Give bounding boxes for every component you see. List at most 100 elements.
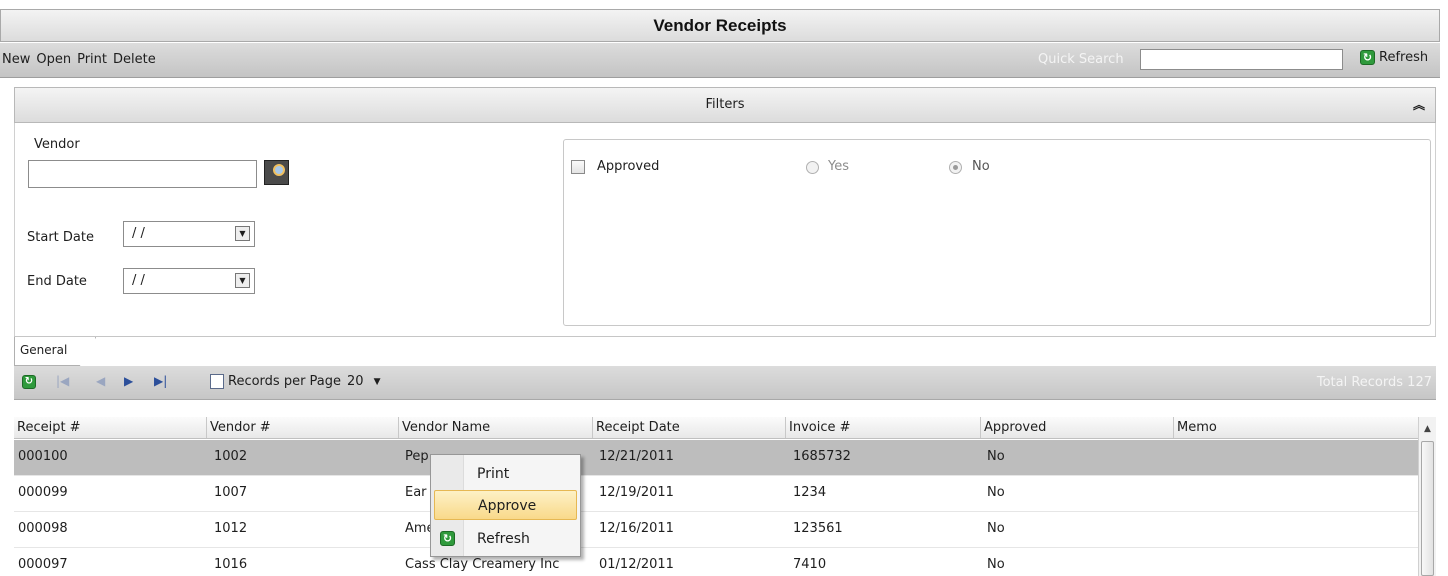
context-refresh-label: Refresh xyxy=(477,531,530,547)
cell-approved: No xyxy=(987,521,1005,536)
context-approve-label: Approve xyxy=(478,498,537,514)
cell-vendor-number: 1016 xyxy=(214,557,248,572)
end-date-field[interactable]: / / ▼ xyxy=(123,268,255,294)
start-date-value: / / xyxy=(132,226,145,241)
receipts-grid: Receipt # Vendor # Vendor Name Receipt D… xyxy=(14,417,1436,576)
cell-receipt-number: 000097 xyxy=(18,557,68,572)
table-row[interactable]: 000100 1002 Pep 12/21/2011 1685732 No xyxy=(14,440,1418,476)
cell-approved: No xyxy=(987,485,1005,500)
cell-receipt-number: 000100 xyxy=(18,449,68,464)
table-row[interactable]: 000098 1012 Ame 12/16/2011 123561 No xyxy=(14,512,1418,548)
records-icon xyxy=(210,374,224,389)
filters-panel: Vendor Start Date / / ▼ End Date / / ▼ A… xyxy=(14,123,1436,336)
context-print-label: Print xyxy=(477,466,510,482)
records-per-page-value: 20 xyxy=(347,374,364,389)
table-row[interactable]: 000099 1007 Ear 12/19/2011 1234 No xyxy=(14,476,1418,512)
cell-invoice-number: 1234 xyxy=(793,485,827,500)
cell-invoice-number: 7410 xyxy=(793,557,827,572)
refresh-icon: ↻ xyxy=(1360,50,1375,65)
cell-vendor-name: Ear xyxy=(405,485,427,500)
cell-receipt-date: 12/16/2011 xyxy=(599,521,674,536)
grid-header: Receipt # Vendor # Vendor Name Receipt D… xyxy=(14,417,1418,439)
refresh-label: Refresh xyxy=(1379,50,1429,65)
tab-strip: General xyxy=(14,336,1436,366)
chevron-down-icon[interactable]: ▼ xyxy=(235,226,250,241)
toolbar: New Open Print Delete Quick Search ↻ Ref… xyxy=(0,43,1440,78)
quick-search-input[interactable] xyxy=(1140,49,1343,70)
no-radio[interactable] xyxy=(949,161,962,174)
toolbar-menu: New Open Print Delete xyxy=(2,52,156,67)
last-page-icon[interactable]: ▶| xyxy=(154,374,167,388)
context-refresh-item[interactable]: ↻ Refresh xyxy=(434,524,577,554)
window-title: Vendor Receipts xyxy=(0,9,1440,42)
column-invoice-number[interactable]: Invoice # xyxy=(785,417,980,438)
approved-label: Approved xyxy=(597,159,660,174)
approved-group: Approved Yes No xyxy=(563,139,1431,326)
no-label: No xyxy=(972,159,990,174)
end-date-value: / / xyxy=(132,273,145,288)
next-page-icon[interactable]: ▶ xyxy=(124,374,133,388)
context-menu: Print Approve ↻ Refresh xyxy=(430,454,581,557)
records-per-page-label: Records per Page xyxy=(228,374,342,389)
pager-bar: ↻ |◀ ◀ ▶ ▶| Records per Page 20 ▼ Total … xyxy=(14,366,1436,400)
context-approve-item[interactable]: Approve xyxy=(434,490,577,520)
new-button[interactable]: New xyxy=(2,52,30,67)
start-date-label: Start Date xyxy=(27,230,94,245)
cell-receipt-number: 000099 xyxy=(18,485,68,500)
approved-checkbox[interactable] xyxy=(571,160,585,174)
scroll-up-icon[interactable]: ▲ xyxy=(1419,420,1436,438)
refresh-button[interactable]: ↻ Refresh xyxy=(1360,50,1428,65)
cell-receipt-date: 12/21/2011 xyxy=(599,449,674,464)
vendor-label: Vendor xyxy=(34,137,80,152)
cell-receipt-date: 12/19/2011 xyxy=(599,485,674,500)
cell-vendor-name: Pep xyxy=(405,449,429,464)
cell-approved: No xyxy=(987,557,1005,572)
total-records-value: 127 xyxy=(1407,375,1432,390)
cell-vendor-number: 1002 xyxy=(214,449,248,464)
cell-memo xyxy=(1176,548,1180,576)
column-receipt-number[interactable]: Receipt # xyxy=(14,417,206,438)
total-records: Total Records 127 xyxy=(1317,375,1432,390)
cell-receipt-number: 000098 xyxy=(18,521,68,536)
cell-memo xyxy=(1176,440,1180,474)
prev-page-icon[interactable]: ◀ xyxy=(96,374,105,388)
scroll-thumb[interactable] xyxy=(1421,441,1434,576)
tab-general[interactable]: General xyxy=(14,337,97,366)
vertical-scrollbar[interactable]: ▲ xyxy=(1418,417,1436,576)
column-receipt-date[interactable]: Receipt Date xyxy=(592,417,785,438)
cell-invoice-number: 123561 xyxy=(793,521,843,536)
refresh-icon: ↻ xyxy=(440,531,455,546)
chevron-down-icon[interactable]: ▼ xyxy=(235,273,250,288)
context-print-item[interactable]: Print xyxy=(434,459,577,489)
column-vendor-name[interactable]: Vendor Name xyxy=(398,417,592,438)
print-button[interactable]: Print xyxy=(77,52,107,67)
collapse-icon[interactable]: ︽ xyxy=(1413,88,1425,122)
cell-memo xyxy=(1176,476,1180,510)
records-per-page[interactable]: Records per Page 20 ▼ xyxy=(210,374,381,389)
cell-invoice-number: 1685732 xyxy=(793,449,851,464)
filters-title: Filters xyxy=(705,97,745,112)
open-button[interactable]: Open xyxy=(36,52,71,67)
delete-button[interactable]: Delete xyxy=(113,52,156,67)
yes-label: Yes xyxy=(828,159,849,174)
column-memo[interactable]: Memo xyxy=(1173,417,1418,438)
column-approved[interactable]: Approved xyxy=(980,417,1173,438)
first-page-icon[interactable]: |◀ xyxy=(56,374,69,388)
start-date-field[interactable]: / / ▼ xyxy=(123,221,255,247)
vendor-lookup-button[interactable] xyxy=(264,160,289,185)
cell-receipt-date: 01/12/2011 xyxy=(599,557,674,572)
yes-radio[interactable] xyxy=(806,161,819,174)
cell-memo xyxy=(1176,512,1180,546)
end-date-label: End Date xyxy=(27,274,87,289)
cell-vendor-number: 1012 xyxy=(214,521,248,536)
filters-header[interactable]: Filters ︽ xyxy=(14,87,1436,123)
table-row[interactable]: 000097 1016 Cass Clay Creamery Inc 01/12… xyxy=(14,548,1418,576)
column-vendor-number[interactable]: Vendor # xyxy=(206,417,398,438)
quick-search-label: Quick Search xyxy=(1038,52,1124,67)
cell-approved: No xyxy=(987,449,1005,464)
total-records-label: Total Records xyxy=(1316,375,1404,390)
cell-vendor-number: 1007 xyxy=(214,485,248,500)
chevron-down-icon[interactable]: ▼ xyxy=(374,377,381,387)
vendor-input[interactable] xyxy=(28,160,257,188)
reload-icon[interactable]: ↻ xyxy=(22,375,36,389)
